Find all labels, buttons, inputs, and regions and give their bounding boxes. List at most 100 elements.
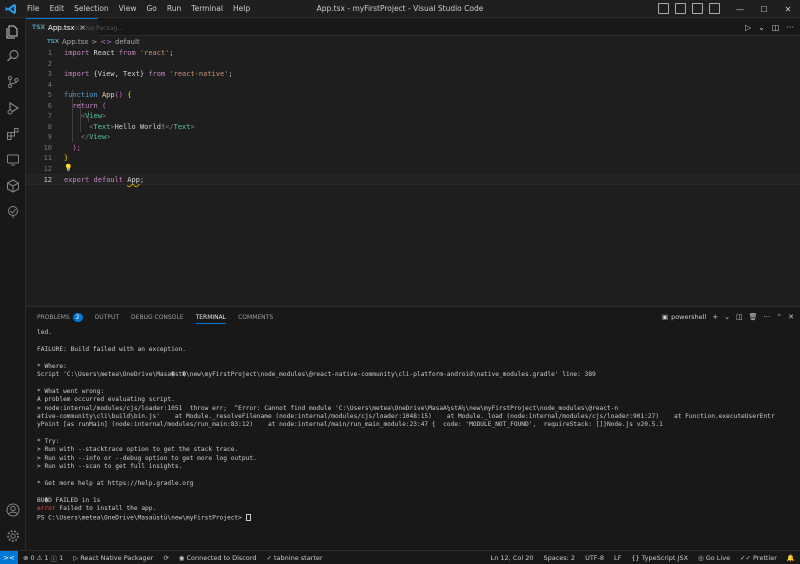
- remote-explorer-icon[interactable]: [0, 148, 26, 172]
- language-mode[interactable]: {} TypeScript JSX: [626, 554, 693, 562]
- code-text: );: [72, 143, 81, 152]
- code-line: 4: [26, 80, 800, 91]
- code-line-current: 12 12 export default App;: [26, 174, 800, 185]
- close-window-icon[interactable]: ✕: [776, 0, 800, 18]
- symbol-icon: <>: [100, 38, 113, 46]
- menu-file[interactable]: File: [22, 0, 45, 18]
- close-panel-icon[interactable]: ✕: [788, 313, 794, 321]
- code-text: import {View, Text} from 'react-native';: [64, 70, 233, 78]
- tabnine-status[interactable]: ✓ tabnine starter: [262, 554, 328, 562]
- code-line: 10 );: [26, 143, 800, 154]
- tab-output[interactable]: OUTPUT: [95, 307, 119, 327]
- remote-indicator-icon[interactable]: ><: [0, 550, 18, 564]
- code-text: function App() {: [64, 91, 132, 99]
- indentation[interactable]: Spaces: 2: [538, 554, 580, 562]
- account-icon[interactable]: [0, 498, 26, 522]
- react-native-tools-icon[interactable]: [0, 200, 26, 224]
- code-line: 5 function App() {: [26, 90, 800, 101]
- line-number: 2: [47, 59, 52, 68]
- more-actions-icon[interactable]: ···: [786, 23, 794, 32]
- trash-icon[interactable]: 🗑: [749, 313, 758, 321]
- tab-problems[interactable]: PROBLEMS 2: [37, 307, 83, 327]
- split-editor-icon[interactable]: ◫: [772, 23, 780, 32]
- toggle-sidebar-icon[interactable]: [658, 3, 669, 14]
- toggle-panel-icon[interactable]: [675, 3, 686, 14]
- status-right: Ln 12, Col 20 Spaces: 2 UTF-8 LF {} TypeS…: [486, 551, 800, 564]
- breadcrumb-file[interactable]: App.tsx: [62, 38, 88, 46]
- warning-icon: ⚠: [36, 553, 43, 562]
- code-line: 12: [26, 164, 800, 175]
- window-controls: — ☐ ✕: [728, 0, 800, 18]
- lightbulb-icon[interactable]: 💡: [64, 164, 73, 172]
- vscode-logo-icon: [0, 0, 22, 18]
- tabnine-icon: ✓: [266, 553, 272, 562]
- notifications-bell-icon[interactable]: 🔔: [782, 554, 800, 562]
- extensions-icon[interactable]: [0, 122, 26, 146]
- line-number: 9: [47, 133, 52, 141]
- run-dropdown-icon[interactable]: ⌄: [758, 23, 765, 32]
- code-editor[interactable]: 1 import React from 'react'; 2 3 import …: [26, 48, 800, 306]
- source-control-icon[interactable]: [0, 70, 26, 94]
- double-check-icon: ✓✓: [740, 554, 751, 562]
- problems-status[interactable]: ⊗ 0 ⚠ 1 ⓘ 1: [18, 553, 68, 563]
- tab-debug-console[interactable]: DEBUG CONSOLE: [131, 307, 184, 327]
- tab-comments[interactable]: COMMENTS: [238, 307, 273, 327]
- run-debug-icon[interactable]: [0, 96, 26, 120]
- menu-terminal[interactable]: Terminal: [186, 0, 228, 18]
- tab-terminal[interactable]: TERMINAL: [195, 307, 226, 327]
- prettier-status[interactable]: ✓✓ Prettier: [735, 554, 782, 562]
- tab-drag-ghost: React Native Packag...: [56, 25, 124, 32]
- discord-icon: ◉: [178, 553, 185, 562]
- menu-go[interactable]: Go: [141, 0, 161, 18]
- split-terminal-icon[interactable]: ◫: [736, 313, 743, 321]
- line-number: 10: [43, 143, 52, 152]
- encoding[interactable]: UTF-8: [580, 554, 609, 562]
- terminal-line: FAILURE: Build failed with an exception.: [37, 345, 187, 353]
- breadcrumb-symbol[interactable]: default: [115, 38, 140, 46]
- go-live-button[interactable]: ◎ Go Live: [693, 554, 735, 562]
- line-number: 3: [47, 70, 52, 78]
- end-of-line[interactable]: LF: [609, 554, 626, 562]
- terminal-line: yPoint [as runMain] (node:internal/modul…: [37, 421, 663, 429]
- menu-selection[interactable]: Selection: [69, 0, 114, 18]
- terminal-line: A problem occurred evaluating script.: [37, 396, 175, 404]
- react-native-packager-status[interactable]: ▷ React Native Packager: [68, 554, 158, 562]
- search-icon[interactable]: [0, 44, 26, 68]
- testing-icon[interactable]: [0, 174, 26, 198]
- minimize-icon[interactable]: —: [728, 0, 752, 18]
- info-icon: ⓘ: [50, 554, 58, 563]
- terminal-icon: ▣: [661, 313, 669, 321]
- terminal-line: > Run with --scan to get full insights.: [37, 463, 183, 471]
- title-bar: File Edit Selection View Go Run Terminal…: [0, 0, 800, 18]
- menu-edit[interactable]: Edit: [45, 0, 70, 18]
- terminal-error-line: error Failed to install the app.: [37, 505, 157, 513]
- customize-layout-icon[interactable]: [709, 3, 720, 14]
- maximize-icon[interactable]: ☐: [752, 0, 776, 18]
- terminal-line: * Try:: [37, 438, 60, 446]
- cursor-position[interactable]: Ln 12, Col 20: [486, 554, 539, 562]
- run-icon[interactable]: ▷: [745, 23, 751, 32]
- line-number: 1: [47, 49, 52, 57]
- settings-gear-icon[interactable]: [0, 524, 26, 548]
- toggle-secondary-sidebar-icon[interactable]: [692, 3, 703, 14]
- terminal-selector[interactable]: ▣ powershell: [662, 313, 706, 321]
- menu-help[interactable]: Help: [228, 0, 255, 18]
- code-text: return (: [72, 101, 107, 110]
- broadcast-icon: ◎: [698, 554, 704, 562]
- terminal-cursor: [245, 513, 251, 521]
- menu-run[interactable]: Run: [162, 0, 186, 18]
- terminal-line: > node:internal/modules/cjs/loader:1051 …: [37, 404, 619, 412]
- refresh-icon[interactable]: ⟳: [158, 554, 173, 562]
- terminal-dropdown-icon[interactable]: ⌄: [724, 313, 730, 321]
- menu-view[interactable]: View: [114, 0, 142, 18]
- explorer-icon[interactable]: [0, 20, 26, 44]
- error-icon: ⊗: [23, 553, 29, 562]
- terminal-output[interactable]: led. FAILURE: Build failed with an excep…: [37, 329, 797, 522]
- more-actions-icon[interactable]: ···: [764, 313, 771, 321]
- new-terminal-icon[interactable]: +: [712, 313, 718, 321]
- maximize-panel-icon[interactable]: ⌃: [776, 313, 782, 321]
- discord-status[interactable]: ◉ Connected to Discord: [174, 554, 262, 562]
